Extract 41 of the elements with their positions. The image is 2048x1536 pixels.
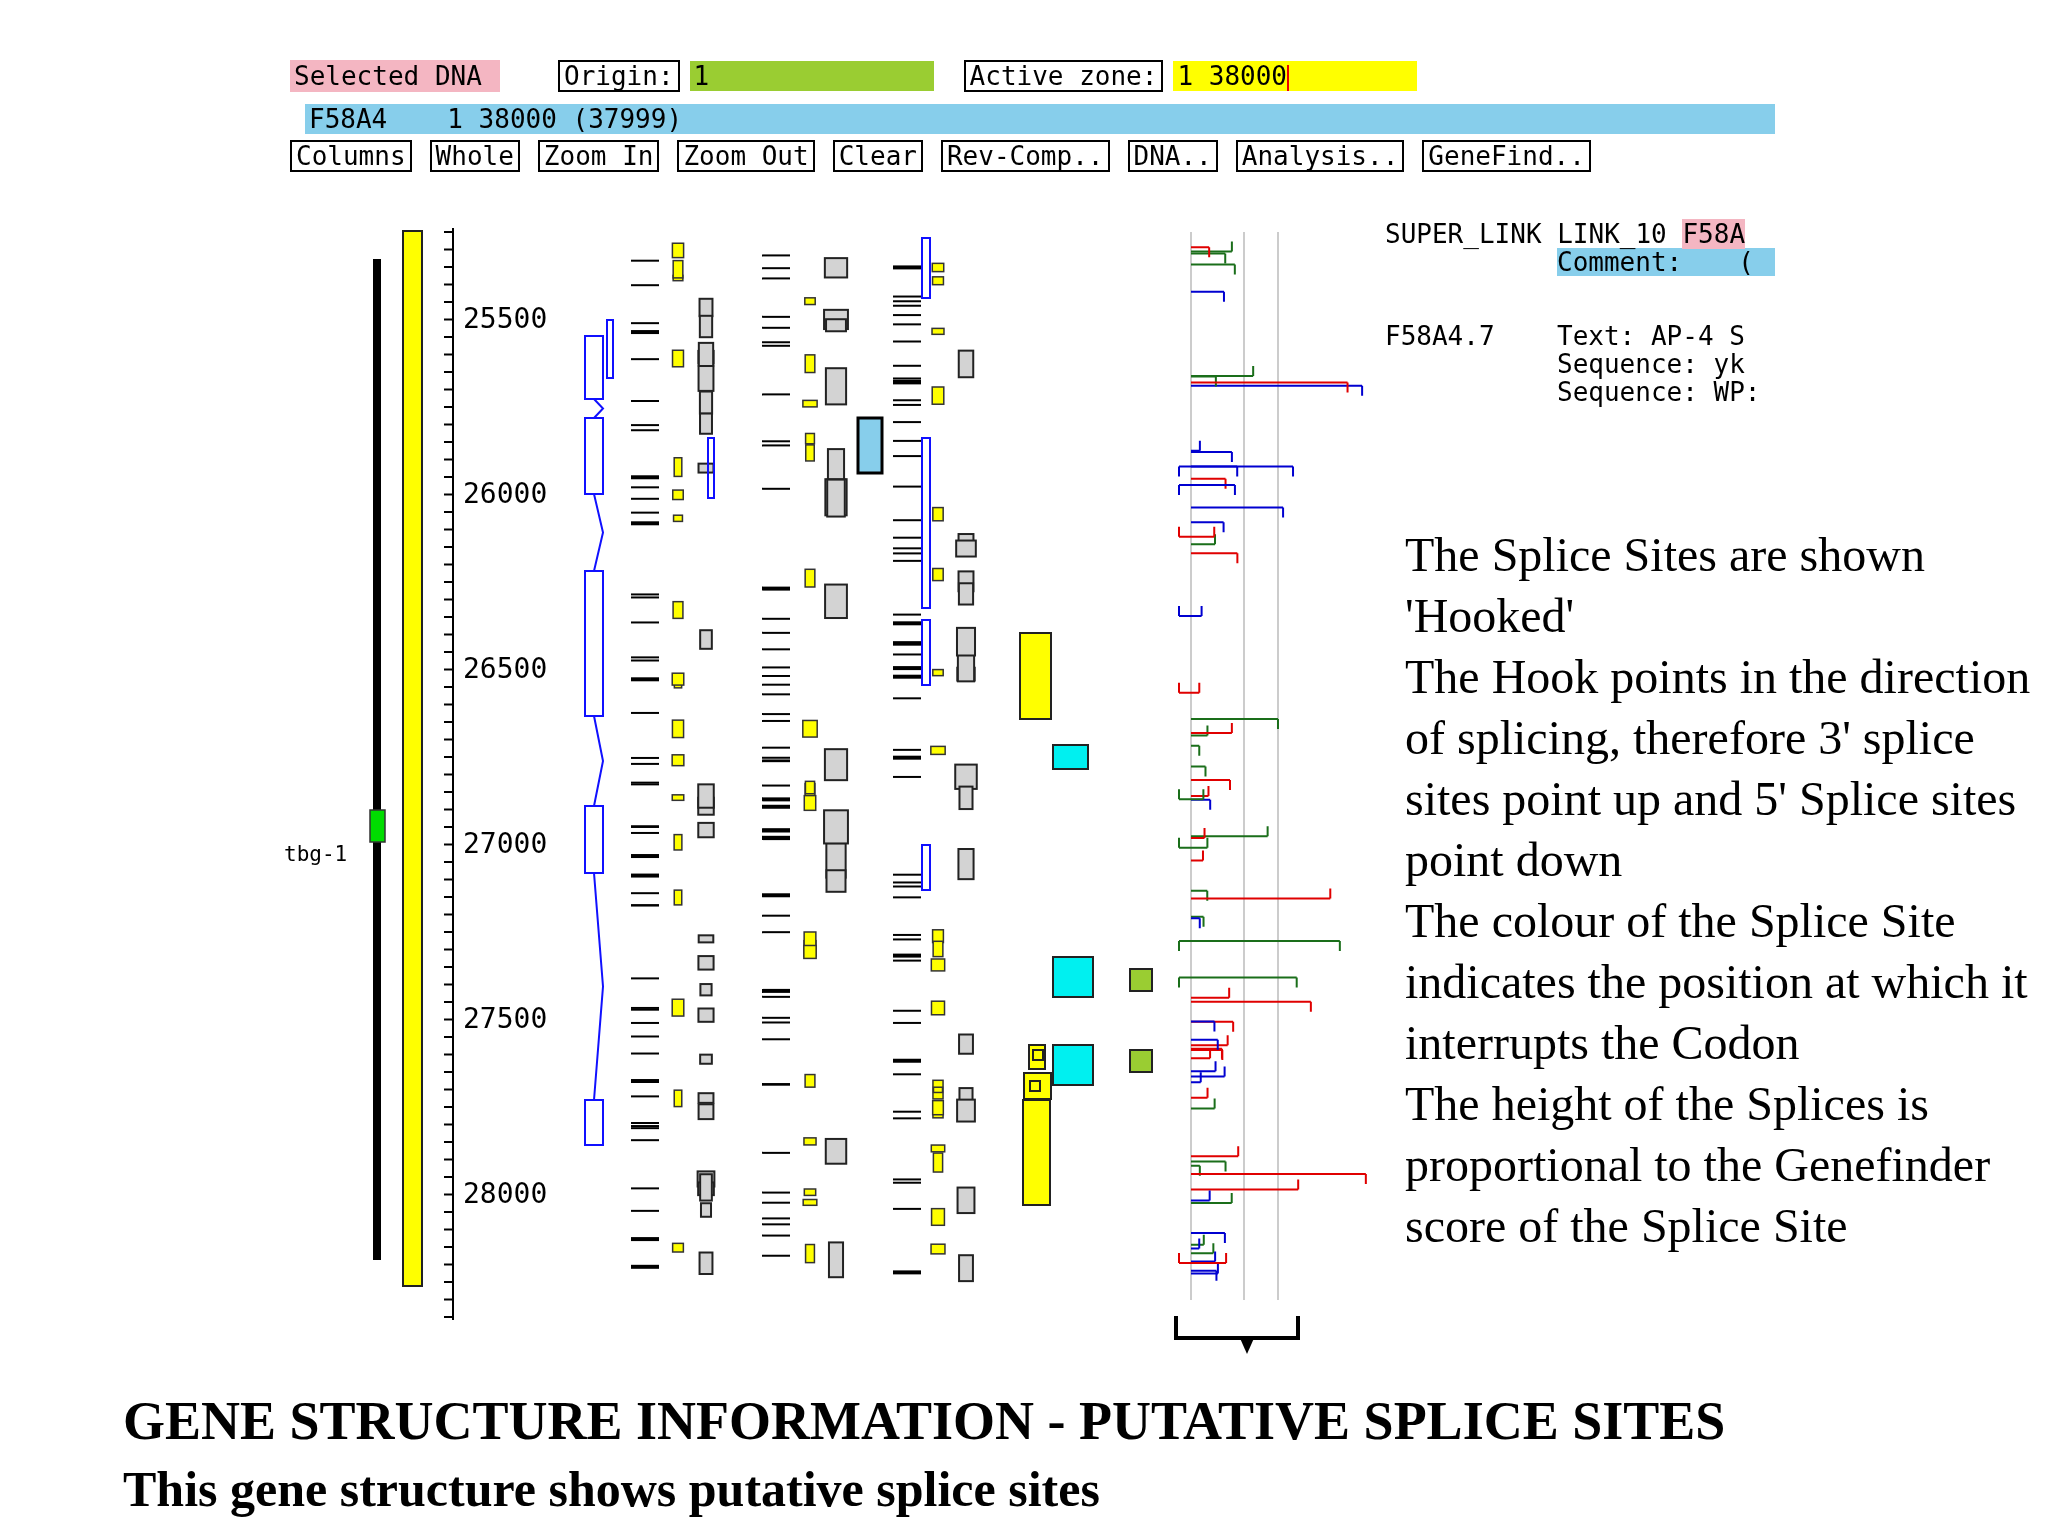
note-text: The colour of the Splice Site indicates the position at which it interrupts the Codon [1405, 893, 2029, 1071]
comment-label: Comment: [1557, 248, 1683, 276]
toolbar-button[interactable]: Clear [832, 140, 923, 172]
note-text: The height of the Splices is proportional to the Genefinder score of the Splice Site [1405, 1076, 1992, 1254]
note-text: The Splice Sites are shown 'Hooked' [1405, 527, 1926, 644]
active-zone-label: Active zone: [963, 60, 1164, 92]
selection-label: Selected DNA [290, 60, 500, 92]
gene-model-drawing[interactable] [584, 335, 605, 1146]
brace-icon [1174, 1316, 1300, 1354]
scale-label: 27000 [463, 827, 548, 860]
toolbar-button[interactable]: GeneFind.. [1422, 140, 1591, 172]
active-zone-field[interactable]: 1 38000 [1173, 61, 1418, 91]
toolbar-button[interactable]: Whole [429, 140, 520, 172]
scale-label: 27500 [463, 1002, 548, 1035]
note-text: The Hook points in the direction of splicing, therefore 3' splice sites point up and 5' Splice sites point down [1405, 649, 2032, 888]
feature-block [856, 416, 884, 475]
slide-title: GENE STRUCTURE INFORMATION - PUTATIVE SPLICE SITES [123, 1390, 1726, 1452]
scale-label: 25500 [463, 302, 548, 335]
info-field: Sequence: WP: [1557, 378, 1761, 406]
toolbar-button[interactable]: DNA.. [1127, 140, 1218, 172]
gene-label: tbg-1 [284, 842, 348, 866]
scale-label: 26500 [463, 652, 548, 685]
sequence-name: F58A4 [309, 104, 388, 134]
toolbar-button[interactable]: Columns [290, 140, 412, 172]
origin-field[interactable]: 1 [689, 61, 934, 91]
scale-label: 26000 [463, 477, 548, 510]
info-field: Sequence: yk [1557, 350, 1761, 378]
link-text: SUPER_LINK LINK_10 [1385, 219, 1667, 249]
link-highlight: F58A [1682, 219, 1746, 249]
toolbar-button[interactable]: Rev-Comp.. [940, 140, 1110, 172]
toolbar-button[interactable]: Analysis.. [1235, 140, 1405, 172]
comment-value: ( [1738, 248, 1754, 276]
gene-name: F58A4.7 [1385, 322, 1496, 353]
info-field: Text: AP-4 S [1557, 322, 1761, 350]
sequence-range: 1 38000 (37999) [447, 104, 683, 134]
origin-label: Origin: [558, 60, 680, 92]
toolbar-button[interactable]: Zoom In [537, 140, 660, 172]
scale-label: 28000 [463, 1177, 548, 1210]
gene-marker[interactable] [369, 809, 386, 843]
toolbar-button[interactable]: Zoom Out [677, 140, 815, 172]
slide-subtitle: This gene structure shows putative splice sites [123, 1460, 1100, 1518]
